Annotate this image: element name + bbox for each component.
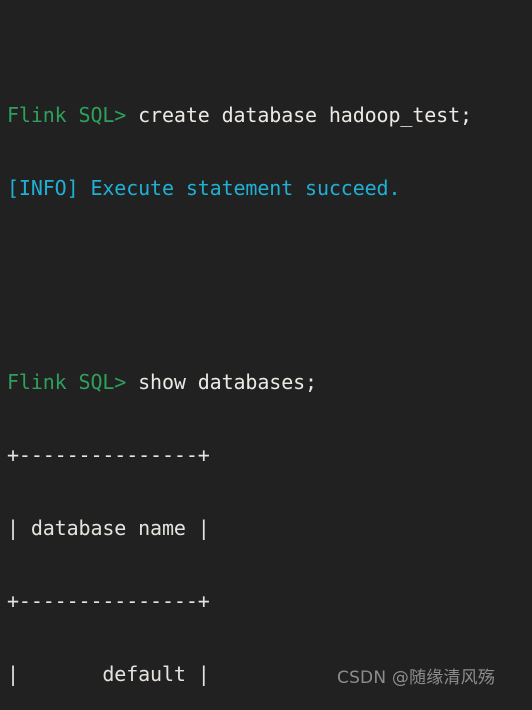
terminal-line-command: Flink SQL> show databases; xyxy=(7,370,532,394)
table-border-middle: +---------------+ xyxy=(7,589,210,614)
info-message: [INFO] Execute statement succeed. xyxy=(7,176,401,201)
terminal-window: Flink SQL> create database hadoop_test; … xyxy=(0,0,532,710)
shell-prompt: Flink SQL> xyxy=(7,103,127,128)
terminal-line-command: Flink SQL> create database hadoop_test; xyxy=(7,103,532,127)
command-text: create database hadoop_test; xyxy=(126,103,472,128)
terminal-output[interactable]: Flink SQL> create database hadoop_test; … xyxy=(7,6,532,710)
table-border-top: +---------------+ xyxy=(7,443,210,468)
table-header-row: | database name | xyxy=(7,516,210,541)
shell-prompt: Flink SQL> xyxy=(7,370,127,395)
command-text: show databases; xyxy=(126,370,317,395)
csdn-watermark: CSDN @随缘清风殇 xyxy=(337,668,496,688)
